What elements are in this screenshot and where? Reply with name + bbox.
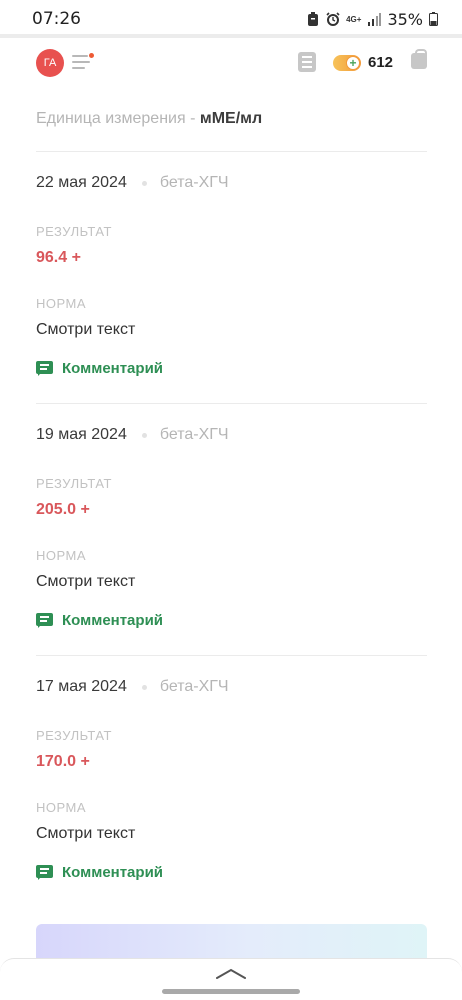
comment-icon bbox=[36, 864, 53, 881]
separator-dot bbox=[141, 432, 147, 438]
result-label: РЕЗУЛЬТАТ bbox=[36, 728, 112, 743]
divider bbox=[36, 403, 427, 404]
clipboard-icon bbox=[308, 12, 319, 26]
home-indicator[interactable] bbox=[162, 989, 300, 994]
norm-label: НОРМА bbox=[36, 800, 87, 815]
notification-dot bbox=[89, 53, 94, 58]
bottom-panel[interactable] bbox=[0, 958, 462, 1000]
entry-test-name: бета-ХГЧ bbox=[159, 678, 229, 695]
comment-button[interactable]: Комментарий bbox=[36, 360, 163, 377]
result-value: 170.0 + bbox=[36, 753, 90, 770]
list-icon[interactable] bbox=[298, 52, 316, 72]
result-entry: 19 мая 2024 бета-ХГЧ РЕЗУЛЬТАТ 205.0 + Н… bbox=[36, 426, 427, 656]
divider bbox=[36, 151, 427, 152]
status-icons: 4G+ 35% bbox=[306, 10, 438, 29]
separator-dot bbox=[141, 180, 147, 186]
entry-header: 22 мая 2024 бета-ХГЧ bbox=[36, 174, 229, 192]
signal-icon bbox=[368, 13, 382, 26]
entry-header: 19 мая 2024 бета-ХГЧ bbox=[36, 426, 229, 444]
battery-percent: 35% bbox=[387, 9, 423, 29]
plus-icon: + bbox=[346, 56, 360, 70]
unit-line: Единица измерения - мМЕ/мл bbox=[36, 110, 262, 128]
battery-icon bbox=[429, 12, 438, 26]
comment-icon bbox=[36, 360, 53, 377]
entry-date: 17 мая 2024 bbox=[36, 678, 127, 695]
alarm-icon bbox=[326, 12, 340, 26]
status-bar: 07:26 4G+ 35% bbox=[0, 0, 462, 38]
comment-button[interactable]: Комментарий bbox=[36, 864, 163, 881]
result-value: 96.4 + bbox=[36, 249, 81, 266]
chevron-up-icon[interactable] bbox=[216, 967, 246, 979]
comment-label: Комментарий bbox=[62, 864, 164, 881]
unit-label: Единица измерения - bbox=[36, 110, 200, 127]
result-entry: 22 мая 2024 бета-ХГЧ РЕЗУЛЬТАТ 96.4 + НО… bbox=[36, 174, 427, 404]
separator-dot bbox=[141, 684, 147, 690]
divider bbox=[36, 655, 427, 656]
unit-value: мМЕ/мл bbox=[199, 110, 263, 127]
norm-label: НОРМА bbox=[36, 548, 87, 563]
result-value: 205.0 + bbox=[36, 501, 90, 518]
result-entry: 17 мая 2024 бета-ХГЧ РЕЗУЛЬТАТ 170.0 + Н… bbox=[36, 678, 427, 908]
result-label: РЕЗУЛЬТАТ bbox=[36, 476, 112, 491]
entry-date: 19 мая 2024 bbox=[36, 426, 127, 443]
avatar[interactable]: ГА bbox=[36, 49, 64, 77]
coin-count: 612 bbox=[368, 54, 394, 71]
entry-date: 22 мая 2024 bbox=[36, 174, 127, 191]
norm-label: НОРМА bbox=[36, 296, 87, 311]
status-time: 07:26 bbox=[32, 9, 81, 29]
norm-value: Смотри текст bbox=[36, 321, 136, 338]
entry-header: 17 мая 2024 бета-ХГЧ bbox=[36, 678, 229, 696]
comment-button[interactable]: Комментарий bbox=[36, 612, 163, 629]
app-header: ГА + 612 bbox=[0, 38, 462, 90]
comment-label: Комментарий bbox=[62, 612, 164, 629]
comment-icon bbox=[36, 612, 53, 629]
comment-label: Комментарий bbox=[62, 360, 164, 377]
norm-value: Смотри текст bbox=[36, 825, 136, 842]
result-label: РЕЗУЛЬТАТ bbox=[36, 224, 112, 239]
bag-icon[interactable] bbox=[411, 49, 427, 69]
entry-test-name: бета-ХГЧ bbox=[159, 174, 229, 191]
norm-value: Смотри текст bbox=[36, 573, 136, 590]
coins-toggle[interactable]: + bbox=[333, 55, 361, 71]
network-type: 4G+ bbox=[346, 14, 362, 24]
entry-test-name: бета-ХГЧ bbox=[159, 426, 229, 443]
